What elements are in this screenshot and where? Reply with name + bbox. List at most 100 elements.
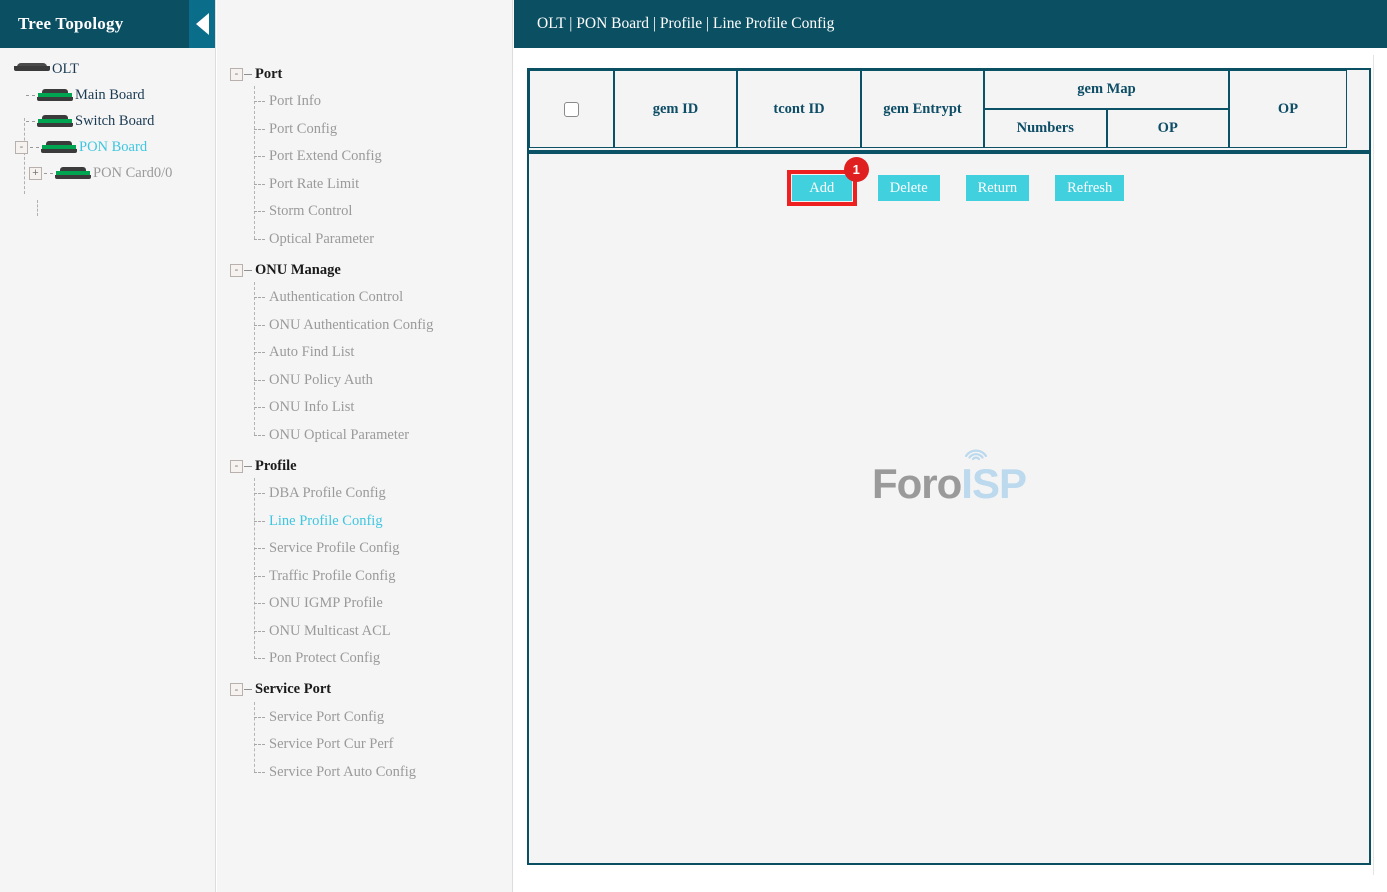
- menu-item-label: Auto Find List: [269, 344, 354, 361]
- menu-group-header-profile[interactable]: - Profile: [217, 455, 512, 477]
- menu-group-service-port: - Service Port Service Port Config Servi…: [217, 679, 512, 787]
- item-dash: [254, 576, 265, 577]
- group-dash: [244, 689, 252, 690]
- add-button[interactable]: Add: [792, 175, 852, 201]
- header-gem-id[interactable]: gem ID: [614, 70, 737, 148]
- group-collapse-toggle[interactable]: -: [230, 460, 243, 473]
- delete-button[interactable]: Delete: [878, 175, 940, 201]
- menu-item-storm-control[interactable]: Storm Control: [217, 198, 512, 226]
- wifi-icon: [963, 443, 989, 461]
- item-dash: [254, 435, 265, 436]
- tree-collapse-toggle[interactable]: -: [15, 141, 28, 154]
- tree-topology-sidebar: Tree Topology OLT Main Board: [0, 0, 216, 892]
- action-button-row: Add 1 Delete Return Refresh: [529, 175, 1369, 201]
- tree-item-label: PON Board: [79, 140, 147, 155]
- menu-item-pon-protect-config[interactable]: Pon Protect Config: [217, 645, 512, 673]
- menu-item-port-extend-config[interactable]: Port Extend Config: [217, 143, 512, 171]
- menu-item-optical-parameter[interactable]: Optical Parameter: [217, 226, 512, 254]
- menu-item-label: Port Extend Config: [269, 148, 382, 165]
- menu-item-label: Pon Protect Config: [269, 650, 380, 667]
- menu-item-label: Optical Parameter: [269, 231, 374, 248]
- application-window: Tree Topology OLT Main Board: [0, 0, 1387, 892]
- menu-item-label: Service Port Config: [269, 709, 384, 726]
- group-collapse-toggle[interactable]: -: [230, 68, 243, 81]
- menu-group-items: Authentication Control ONU Authenticatio…: [217, 284, 512, 449]
- item-dash: [254, 184, 265, 185]
- menu-item-onu-info-list[interactable]: ONU Info List: [217, 394, 512, 422]
- item-dash: [254, 717, 265, 718]
- menu-item-service-port-config[interactable]: Service Port Config: [217, 704, 512, 732]
- menu-item-service-profile-config[interactable]: Service Profile Config: [217, 535, 512, 563]
- header-tcont-id[interactable]: tcont ID: [737, 70, 861, 148]
- menu-item-auto-find-list[interactable]: Auto Find List: [217, 339, 512, 367]
- menu-item-port-config[interactable]: Port Config: [217, 116, 512, 144]
- group-dash: [244, 466, 252, 467]
- menu-group-header-onu-manage[interactable]: - ONU Manage: [217, 259, 512, 281]
- menu-item-label: ONU Authentication Config: [269, 317, 433, 334]
- return-button[interactable]: Return: [966, 175, 1029, 201]
- item-dash: [254, 548, 265, 549]
- board-icon: [41, 141, 77, 154]
- add-button-wrapper: Add 1: [792, 175, 852, 201]
- group-collapse-toggle[interactable]: -: [230, 264, 243, 277]
- select-all-checkbox[interactable]: [564, 102, 579, 117]
- select-all-header-cell: [529, 70, 614, 148]
- tree-item-main-board[interactable]: Main Board: [0, 82, 215, 108]
- menu-item-label: Storm Control: [269, 203, 352, 220]
- menu-item-onu-igmp-profile[interactable]: ONU IGMP Profile: [217, 590, 512, 618]
- tree-expand-toggle[interactable]: +: [29, 167, 42, 180]
- menu-item-label: Service Profile Config: [269, 540, 399, 557]
- menu-item-authentication-control[interactable]: Authentication Control: [217, 284, 512, 312]
- device-tree: OLT Main Board Switch Board: [0, 48, 215, 892]
- menu-item-onu-policy-auth[interactable]: ONU Policy Auth: [217, 367, 512, 395]
- sidebar-header: Tree Topology: [0, 0, 215, 48]
- menu-item-label: ONU Policy Auth: [269, 372, 373, 389]
- header-gem-map[interactable]: gem Map: [984, 70, 1229, 109]
- item-dash: [254, 156, 265, 157]
- header-gem-map-numbers[interactable]: Numbers: [984, 109, 1107, 148]
- item-dash: [254, 211, 265, 212]
- header-gem-map-op[interactable]: OP: [1107, 109, 1230, 148]
- group-collapse-toggle[interactable]: -: [230, 683, 243, 696]
- menu-item-label: Service Port Auto Config: [269, 764, 416, 781]
- tree-item-pon-board[interactable]: - PON Board: [0, 134, 215, 160]
- menu-item-label: Line Profile Config: [269, 513, 383, 530]
- triangle-left-icon: [196, 13, 209, 35]
- header-gem-entrypt[interactable]: gem Entrypt: [861, 70, 984, 148]
- tree-item-pon-card[interactable]: + PON Card0/0: [0, 160, 215, 186]
- menu-item-port-info[interactable]: Port Info: [217, 88, 512, 116]
- menu-item-label: ONU IGMP Profile: [269, 595, 383, 612]
- item-dash: [254, 631, 265, 632]
- menu-item-port-rate-limit[interactable]: Port Rate Limit: [217, 171, 512, 199]
- breadcrumb: OLT | PON Board | Profile | Line Profile…: [514, 15, 834, 33]
- menu-group-header-service-port[interactable]: - Service Port: [217, 679, 512, 701]
- header-op[interactable]: OP: [1229, 70, 1347, 148]
- menu-item-onu-authentication-config[interactable]: ONU Authentication Config: [217, 312, 512, 340]
- group-dash: [244, 270, 252, 271]
- item-dash: [254, 493, 265, 494]
- menu-item-onu-multicast-acl[interactable]: ONU Multicast ACL: [217, 618, 512, 646]
- menu-item-label: ONU Optical Parameter: [269, 427, 409, 444]
- tree-item-olt[interactable]: OLT: [0, 56, 215, 82]
- menu-item-label: ONU Multicast ACL: [269, 623, 391, 640]
- menu-item-label: ONU Info List: [269, 399, 354, 416]
- gem-table-head: gem ID tcont ID gem Entrypt gem Map OP N…: [529, 70, 1347, 148]
- foroisp-watermark: Foro ISP: [872, 460, 1026, 508]
- item-dash: [254, 603, 265, 604]
- menu-group-onu-manage: - ONU Manage Authentication Control ONU …: [217, 259, 512, 449]
- menu-group-header-port[interactable]: - Port: [217, 63, 512, 85]
- tree-item-switch-board[interactable]: Switch Board: [0, 108, 215, 134]
- menu-item-label: Service Port Cur Perf: [269, 736, 393, 753]
- menu-item-service-port-auto-config[interactable]: Service Port Auto Config: [217, 759, 512, 787]
- menu-item-line-profile-config[interactable]: Line Profile Config: [217, 508, 512, 536]
- menu-item-dba-profile-config[interactable]: DBA Profile Config: [217, 480, 512, 508]
- menu-item-onu-optical-parameter[interactable]: ONU Optical Parameter: [217, 422, 512, 450]
- item-dash: [254, 658, 265, 659]
- sidebar-collapse-button[interactable]: [189, 0, 215, 48]
- menu-item-label: Traffic Profile Config: [269, 568, 395, 585]
- item-dash: [254, 744, 265, 745]
- menu-item-service-port-cur-perf[interactable]: Service Port Cur Perf: [217, 731, 512, 759]
- refresh-button[interactable]: Refresh: [1055, 175, 1124, 201]
- menu-item-traffic-profile-config[interactable]: Traffic Profile Config: [217, 563, 512, 591]
- watermark-text-isp: ISP: [961, 460, 1026, 508]
